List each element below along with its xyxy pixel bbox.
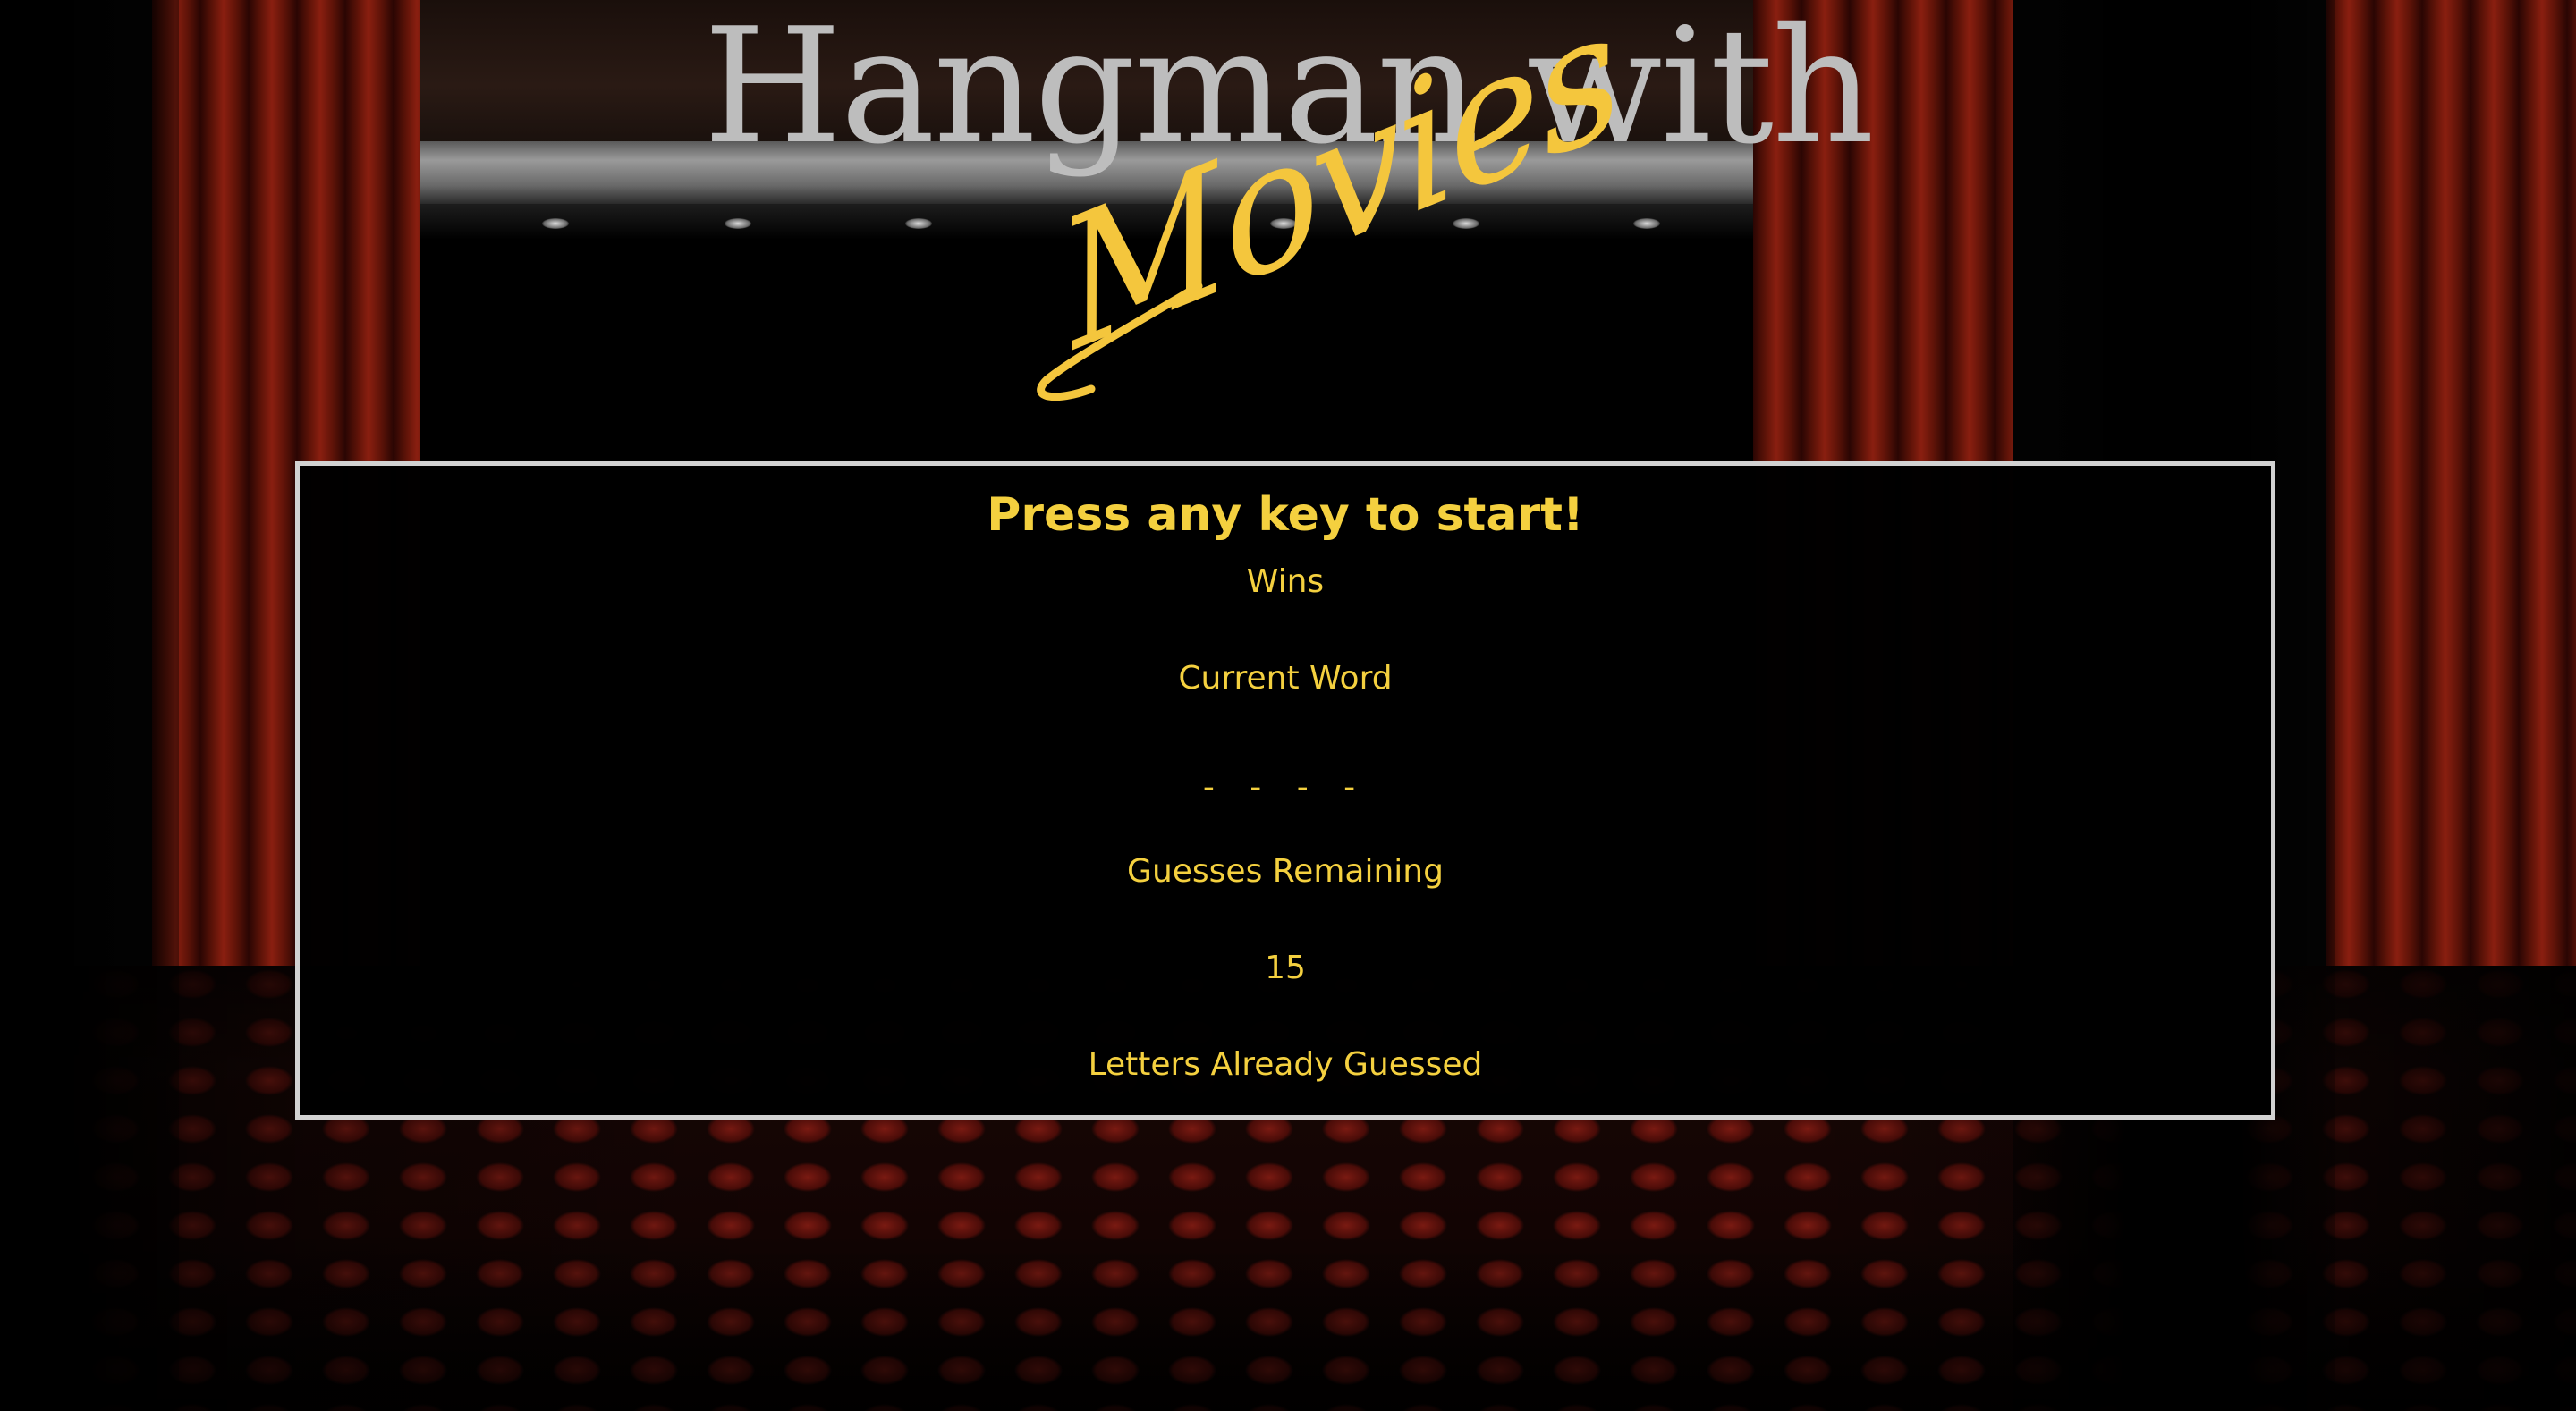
left-edge-shadow [0,0,179,1411]
letters-guessed-label: Letters Already Guessed [1088,1046,1483,1083]
current-word-label: Current Word [1178,660,1393,697]
spotlight [724,218,751,229]
guesses-remaining-label: Guesses Remaining [1127,853,1444,890]
spotlight [1633,218,1660,229]
start-prompt: Press any key to start! [987,488,1584,542]
current-word-value: - - - - [1202,769,1368,806]
subtitle-swash [1037,282,1203,401]
theater-stage: Hangman with Movies Press any key to sta… [0,0,2576,1411]
spotlight [905,218,932,229]
guesses-remaining-value: 15 [1265,950,1306,986]
spotlight [542,218,569,229]
wins-label: Wins [1246,563,1325,600]
game-panel: Press any key to start! Wins Current Wor… [295,461,2275,1120]
